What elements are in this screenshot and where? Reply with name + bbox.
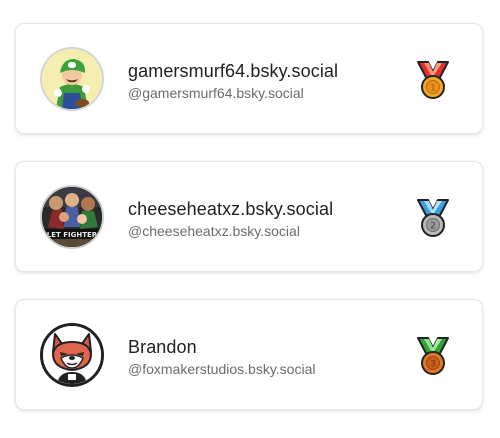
green-cap-character-icon xyxy=(42,49,102,109)
gold-medal-icon: 1 xyxy=(412,58,454,102)
display-name[interactable]: cheeseheatxz.bsky.social xyxy=(128,198,398,220)
svg-text:LET FIGHTER: LET FIGHTER xyxy=(47,231,98,239)
user-handle[interactable]: @gamersmurf64.bsky.social xyxy=(128,85,398,102)
avatar[interactable] xyxy=(40,47,104,111)
user-handle[interactable]: @cheeseheatxz.bsky.social xyxy=(128,223,398,240)
svg-text:1: 1 xyxy=(430,84,436,94)
user-info: gamersmurf64.bsky.social @gamersmurf64.b… xyxy=(128,60,398,102)
user-info: cheeseheatxz.bsky.social @cheeseheatxz.b… xyxy=(128,198,398,240)
user-handle[interactable]: @foxmakerstudios.bsky.social xyxy=(128,361,398,378)
list-item[interactable]: Brandon @foxmakerstudios.bsky.social 3 xyxy=(15,299,483,410)
red-fox-mascot-icon xyxy=(43,326,101,384)
avatar[interactable] xyxy=(40,323,104,387)
fighting-game-characters-icon: LET FIGHTER xyxy=(42,187,102,247)
display-name[interactable]: gamersmurf64.bsky.social xyxy=(128,60,398,82)
user-info: Brandon @foxmakerstudios.bsky.social xyxy=(128,336,398,378)
leaderboard-list: gamersmurf64.bsky.social @gamersmurf64.b… xyxy=(0,0,500,438)
display-name[interactable]: Brandon xyxy=(128,336,398,358)
silver-medal-icon: 2 xyxy=(412,196,454,240)
bronze-medal-icon: 3 xyxy=(412,334,454,378)
list-item[interactable]: LET FIGHTER cheeseheatxz.bsky.social @ch… xyxy=(15,161,483,272)
avatar[interactable]: LET FIGHTER xyxy=(40,185,104,249)
list-item[interactable]: gamersmurf64.bsky.social @gamersmurf64.b… xyxy=(15,23,483,134)
svg-text:2: 2 xyxy=(430,222,436,232)
svg-text:3: 3 xyxy=(430,360,436,370)
